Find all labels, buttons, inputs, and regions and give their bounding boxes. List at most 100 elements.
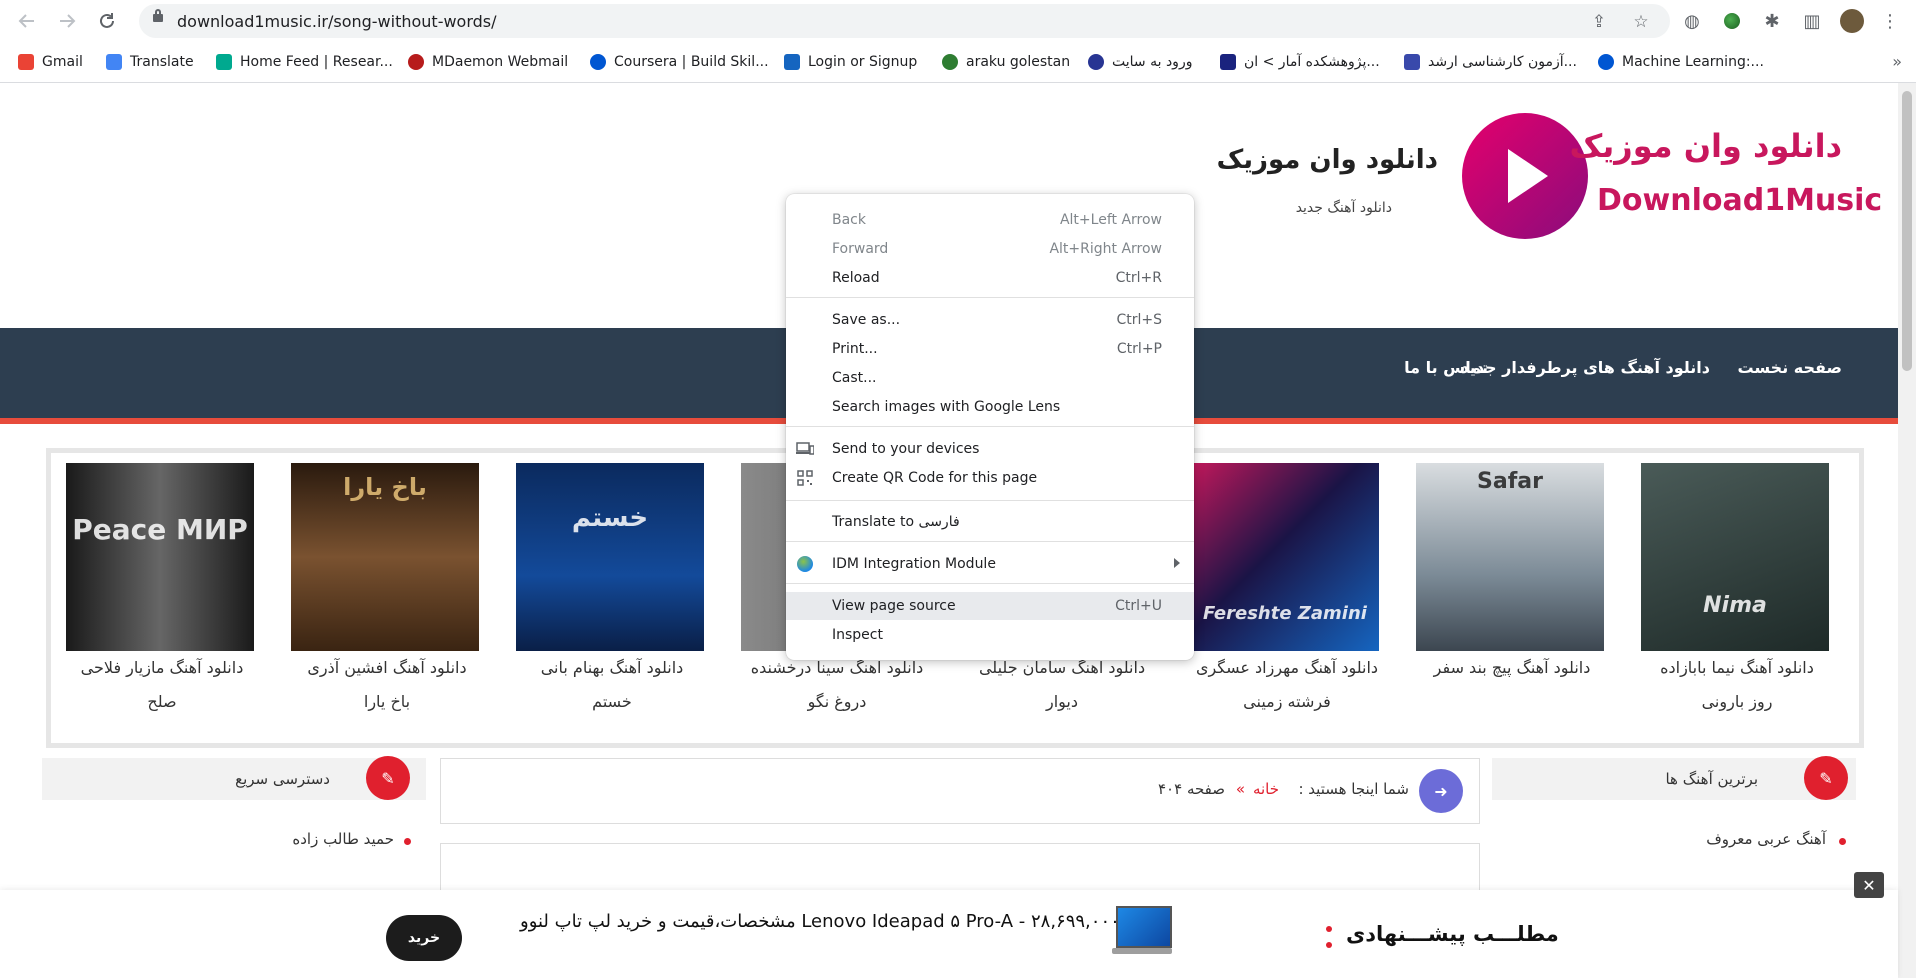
menu-item-inspect[interactable]: Inspect <box>786 621 1194 649</box>
menu-item-label: Cast... <box>832 370 877 386</box>
song-card[interactable]: خستم دانلود آهنگ بهنام بانی خستم <box>516 463 708 719</box>
extension-icon[interactable] <box>1720 9 1744 33</box>
menu-item-view-source[interactable]: View page source Ctrl+U <box>786 592 1194 620</box>
list-item[interactable]: آهنگ عربی معروف <box>1706 830 1826 848</box>
scrollbar-thumb[interactable] <box>1902 91 1912 371</box>
song-name[interactable]: روز بارونی <box>1641 685 1833 719</box>
album-cover[interactable]: Fereshte Zamini <box>1191 463 1379 651</box>
song-card[interactable]: Safar دانلود آهنگ پیچ بند سفر <box>1416 463 1608 685</box>
panel-title: برترین آهنگ ها <box>1665 770 1758 788</box>
song-title[interactable]: دانلود آهنگ نیما بابازاده <box>1641 651 1833 685</box>
logo-text-fa: دانلود وان موزیک <box>1569 127 1842 165</box>
bookmark-item[interactable]: آزمون کارشناسی ارشد... <box>1404 51 1577 73</box>
bookmark-item[interactable]: Login or Signup <box>784 51 917 73</box>
bookmark-item[interactable]: پژوهشکده آمار > ان... <box>1220 51 1380 73</box>
buy-button[interactable]: خرید <box>386 915 462 961</box>
researcher-icon <box>216 54 232 70</box>
list-item[interactable]: حمید طالب زاده <box>292 830 394 848</box>
globe-icon[interactable]: ◍ <box>1680 9 1704 33</box>
menu-separator <box>786 297 1194 298</box>
lock-icon[interactable] <box>153 9 163 22</box>
menu-separator <box>786 500 1194 501</box>
menu-item-cast[interactable]: Cast... <box>786 364 1194 392</box>
cover-text: خستم <box>571 503 649 533</box>
arrow-left-circle-icon: ➜ <box>1419 769 1463 813</box>
menu-item-back[interactable]: Back Alt+Left Arrow <box>786 206 1194 234</box>
song-name[interactable]: صلح <box>66 685 258 719</box>
share-icon[interactable]: ⇪ <box>1589 12 1609 32</box>
bookmark-item[interactable]: ورود به سایت <box>1088 51 1192 73</box>
close-banner-button[interactable]: ✕ <box>1854 872 1884 898</box>
site-logo[interactable]: دانلود وان موزیک Download1Music <box>1462 113 1882 245</box>
menu-item-qr-code[interactable]: Create QR Code for this page <box>786 464 1194 492</box>
menu-item-idm[interactable]: IDM Integration Module <box>786 550 1194 578</box>
album-cover[interactable]: Safar <box>1416 463 1604 651</box>
bookmark-label: ورود به سایت <box>1112 54 1193 70</box>
araku-icon <box>942 54 958 70</box>
puzzle-icon[interactable]: ✱ <box>1760 9 1784 33</box>
song-card[interactable]: Peace МИР دانلود آهنگ مازیار فلاحی صلح <box>66 463 258 719</box>
more-bookmarks-button[interactable]: » <box>1892 52 1902 71</box>
edit-icon: ✎ <box>366 756 410 800</box>
menu-item-reload[interactable]: Reload Ctrl+R <box>786 264 1194 292</box>
site-title[interactable]: دانلود وان موزیک <box>1217 145 1438 175</box>
song-title[interactable]: دانلود آهنگ مازیار فلاحی <box>66 651 258 685</box>
song-name[interactable]: فرشته زمینی <box>1191 685 1383 719</box>
bookmark-item[interactable]: araku golestan <box>942 51 1070 73</box>
menu-separator <box>786 541 1194 542</box>
song-card[interactable]: Nima دانلود آهنگ نیما بابازاده روز بارون… <box>1641 463 1833 719</box>
bookmark-item[interactable]: Coursera | Build Skil... <box>590 51 769 73</box>
reload-icon <box>100 13 114 28</box>
bookmark-item[interactable]: Machine Learning:... <box>1598 51 1764 73</box>
nav-contact[interactable]: تماس با ما <box>1404 358 1488 377</box>
bookmark-item[interactable]: Gmail <box>18 51 83 73</box>
address-bar[interactable]: download1music.ir/song-without-words/ ⇪ … <box>139 4 1670 38</box>
song-name[interactable]: دروغ نگو <box>741 685 933 719</box>
browser-toolbar: download1music.ir/song-without-words/ ⇪ … <box>0 0 1916 42</box>
song-card[interactable]: باخ یارا دانلود آهنگ افشین آذری باخ یارا <box>291 463 483 719</box>
song-title[interactable]: دانلود آهنگ بهنام بانی <box>516 651 708 685</box>
breadcrumb-home[interactable]: خانه <box>1253 780 1279 798</box>
album-cover[interactable]: باخ یارا <box>291 463 479 651</box>
back-button[interactable] <box>14 8 40 34</box>
dot-icon <box>1326 942 1332 948</box>
bookmark-star-icon[interactable]: ☆ <box>1631 12 1651 32</box>
menu-item-label: Search images with Google Lens <box>832 399 1061 415</box>
song-card[interactable]: Fereshte Zamini دانلود آهنگ مهرزاد عسگری… <box>1191 463 1383 719</box>
menu-item-send-to-devices[interactable]: Send to your devices <box>786 435 1194 463</box>
song-name[interactable]: خستم <box>516 685 708 719</box>
song-title[interactable]: دانلود آهنگ مهرزاد عسگری <box>1191 651 1383 685</box>
bookmark-item[interactable]: MDaemon Webmail <box>408 51 568 73</box>
menu-item-translate[interactable]: Translate to فارسی <box>786 508 1194 536</box>
menu-item-google-lens[interactable]: Search images with Google Lens <box>786 393 1194 421</box>
bookmark-item[interactable]: Home Feed | Resear... <box>216 51 393 73</box>
menu-item-label: View page source <box>832 598 956 614</box>
site-icon <box>1088 54 1104 70</box>
nav-popular[interactable]: دانلود آهنگ های پرطرفدار جدید <box>1461 358 1710 377</box>
menu-item-print[interactable]: Print... Ctrl+P <box>786 335 1194 363</box>
nav-home[interactable]: صفحه نخست <box>1737 358 1842 377</box>
menu-icon[interactable]: ⋮ <box>1878 9 1902 33</box>
album-cover[interactable]: Peace МИР <box>66 463 254 651</box>
album-cover[interactable]: Nima <box>1641 463 1829 651</box>
song-title[interactable]: دانلود آهنگ پیچ بند سفر <box>1416 651 1608 685</box>
menu-item-label: Save as... <box>832 312 901 328</box>
forward-button[interactable] <box>54 8 80 34</box>
menu-item-label: Send to your devices <box>832 441 980 457</box>
menu-item-forward[interactable]: Forward Alt+Right Arrow <box>786 235 1194 263</box>
avatar[interactable] <box>1840 9 1864 33</box>
menu-item-save-as[interactable]: Save as... Ctrl+S <box>786 306 1194 334</box>
laptop-thumbnail[interactable] <box>1112 906 1172 964</box>
song-name[interactable]: دیوار <box>966 685 1158 719</box>
song-name[interactable]: باخ یارا <box>291 685 483 719</box>
song-title[interactable]: دانلود آهنگ افشین آذری <box>291 651 483 685</box>
reload-button[interactable] <box>94 8 120 34</box>
menu-item-label: Forward <box>832 241 889 257</box>
album-cover[interactable]: خستم <box>516 463 704 651</box>
bookmark-item[interactable]: Translate <box>106 51 194 73</box>
translate-icon <box>106 54 122 70</box>
promo-link[interactable]: مشخصات،قیمت و خرید لپ تاپ لنوو Lenovo Id… <box>520 911 1120 932</box>
page-scrollbar[interactable] <box>1898 83 1916 978</box>
bookmark-label: Login or Signup <box>808 54 918 70</box>
side-panel-icon[interactable]: ▥ <box>1800 9 1824 33</box>
